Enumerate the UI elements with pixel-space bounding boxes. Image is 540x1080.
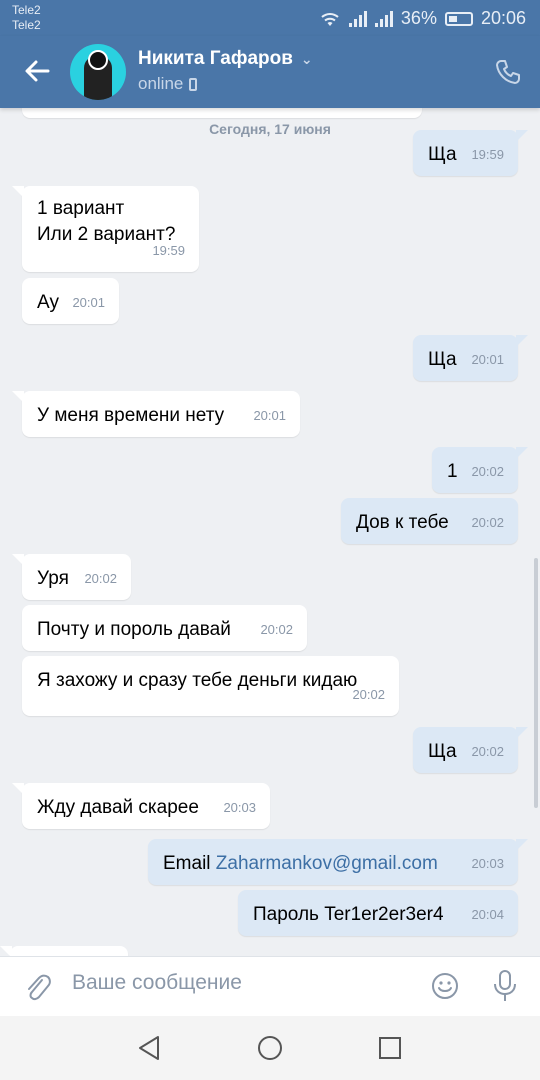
paperclip-icon[interactable] — [22, 972, 52, 1002]
message-time: 20:01 — [72, 295, 105, 310]
message-time: 20:03 — [223, 800, 256, 815]
wifi-icon — [321, 12, 339, 26]
message-out[interactable]: Ща 20:02 — [413, 727, 528, 773]
status-text: online — [138, 74, 184, 93]
message-time: 19:59 — [152, 243, 185, 258]
microphone-icon[interactable] — [490, 969, 520, 1003]
message-in[interactable]: Ау 20:01 — [22, 278, 119, 324]
clock: 20:06 — [480, 8, 526, 28]
chat-header: Никита Гафаров ⌄ online — [0, 36, 540, 108]
mobile-device-icon — [189, 77, 198, 91]
message-time: 20:02 — [260, 622, 293, 637]
message-in[interactable]: Уря 20:02 — [12, 554, 131, 600]
message-in[interactable]: Жду давай скарее 20:03 — [12, 783, 270, 829]
message-partial-top — [22, 108, 422, 118]
contact-status: online — [138, 74, 198, 94]
back-arrow-icon[interactable] — [22, 56, 52, 86]
message-out[interactable]: Дов к тебе 20:02 — [341, 498, 518, 544]
signal-icon — [348, 10, 367, 27]
avatar[interactable] — [70, 44, 126, 100]
navigation-bar — [0, 1016, 540, 1080]
message-time: 20:03 — [471, 856, 504, 871]
carrier-labels: Tele2 Tele2 — [12, 3, 41, 33]
email-link[interactable]: Zaharmankov@gmail.com — [216, 851, 438, 877]
chevron-down-icon: ⌄ — [300, 50, 313, 67]
battery-percent: 36% — [400, 8, 437, 28]
carrier-2: Tele2 — [12, 18, 41, 32]
message-out[interactable]: Ща 20:01 — [413, 335, 528, 381]
message-in[interactable]: 1 вариант Или 2 вариант? 19:59 — [12, 186, 199, 272]
message-time: 20:01 — [253, 408, 286, 423]
message-time: 20:02 — [471, 515, 504, 530]
message-in[interactable]: Почту и пороль давай 20:02 — [22, 605, 307, 651]
message-list[interactable]: Сегодня, 17 июня Ща 19:59 1 вариант Или … — [0, 108, 540, 956]
message-time: 20:01 — [471, 352, 504, 367]
nav-home-icon[interactable] — [256, 1034, 284, 1062]
nav-recents-icon[interactable] — [376, 1034, 404, 1062]
nav-back-icon[interactable] — [136, 1034, 164, 1062]
message-time: 19:59 — [471, 147, 504, 162]
contact-name-text: Никита Гафаров — [138, 48, 293, 69]
message-in[interactable]: У меня времени нету 20:01 — [12, 391, 300, 437]
smile-icon[interactable] — [430, 971, 460, 1001]
carrier-1: Tele2 — [12, 3, 41, 17]
message-out[interactable]: Пароль Ter1er2er3er4 20:04 — [238, 890, 518, 936]
message-time: 20:02 — [352, 687, 385, 702]
phone-icon[interactable] — [494, 58, 522, 86]
message-in[interactable]: Я захожу и сразу тебе деньги кидаю 20:02 — [22, 656, 399, 716]
message-out[interactable]: Ща 19:59 — [413, 130, 528, 176]
battery-icon — [444, 11, 473, 26]
message-time: 20:02 — [84, 571, 117, 586]
message-out[interactable]: 1 20:02 — [432, 447, 528, 493]
message-time: 20:04 — [471, 907, 504, 922]
scrollbar[interactable] — [534, 558, 538, 808]
message-composer: Ваше сообщение — [0, 956, 540, 1016]
message-time: 20:02 — [471, 464, 504, 479]
status-bar: Tele2 Tele2 36% 20:06 — [0, 0, 540, 36]
signal-icon-2 — [374, 10, 393, 27]
message-out[interactable]: Email Zaharmankov@gmail.com 20:03 — [148, 839, 528, 885]
message-time: 20:02 — [471, 744, 504, 759]
message-input[interactable]: Ваше сообщение — [72, 971, 242, 995]
message-partial-bottom — [0, 946, 128, 956]
contact-name[interactable]: Никита Гафаров ⌄ — [138, 48, 313, 70]
